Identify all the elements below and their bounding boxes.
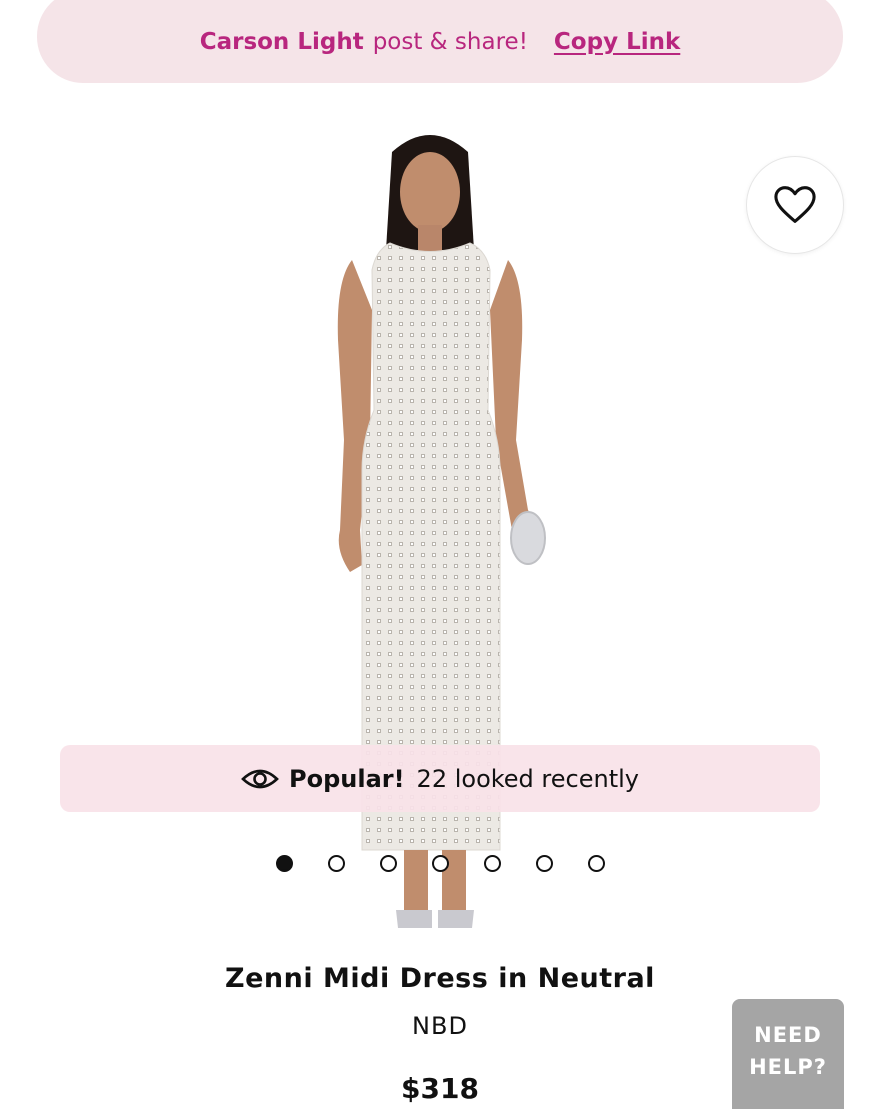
need-help-label-line2: HELP? <box>749 1055 827 1079</box>
popular-banner: Popular! 22 looked recently <box>60 745 820 812</box>
share-username: Carson Light <box>199 28 364 55</box>
product-image[interactable] <box>0 110 880 950</box>
need-help-button[interactable]: NEED HELP? <box>732 999 844 1109</box>
product-photo <box>337 135 546 928</box>
carousel-dot[interactable] <box>275 854 293 872</box>
carousel-dots <box>0 852 880 874</box>
eye-icon <box>241 767 279 791</box>
heart-icon <box>774 186 816 223</box>
carousel-dot[interactable] <box>587 854 605 872</box>
share-text: post & share! <box>372 28 528 55</box>
copy-link-button[interactable]: Copy Link <box>554 29 680 55</box>
carousel-dot[interactable] <box>483 854 501 872</box>
product-title: Zenni Midi Dress in Neutral <box>225 963 655 994</box>
carousel-dot[interactable] <box>431 854 449 872</box>
share-banner: Carson Light post & share! Copy Link <box>37 0 843 83</box>
carousel-dot[interactable] <box>327 854 345 872</box>
wishlist-button[interactable] <box>746 156 844 254</box>
popular-text: 22 looked recently <box>416 764 639 793</box>
popular-label: Popular! <box>289 764 405 793</box>
need-help-label-line1: NEED <box>754 1023 822 1047</box>
carousel-dot[interactable] <box>535 854 553 872</box>
carousel-dot[interactable] <box>379 854 397 872</box>
